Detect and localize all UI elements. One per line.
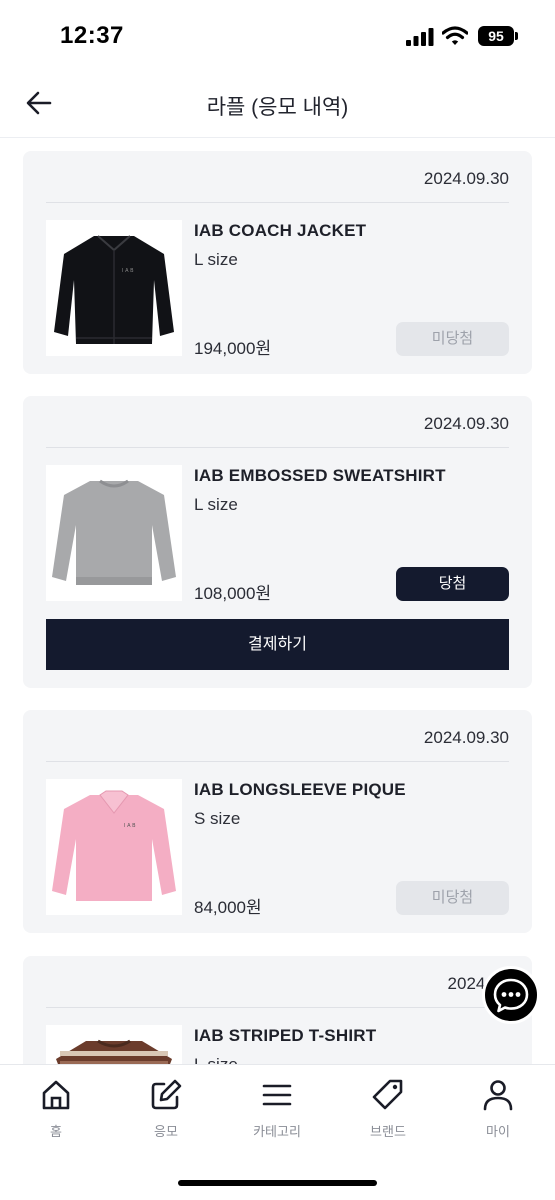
- product-size: L size: [194, 495, 238, 514]
- result-badge-lose: 미당첨: [396, 322, 509, 356]
- product-name[interactable]: IAB STRIPED T-SHIRT: [194, 1026, 376, 1046]
- battery-nub: [515, 32, 518, 40]
- divider: [46, 761, 509, 762]
- divider: [46, 1007, 509, 1008]
- result-badge-win: 당첨: [396, 567, 509, 601]
- app-header: 라플 (응모 내역): [0, 70, 555, 138]
- nav-home[interactable]: 홈: [16, 1077, 96, 1140]
- raffle-entry-list: 2024.09.30 I A B IAB COACH JACKET L size…: [0, 139, 555, 1064]
- product-price: 194,000원: [194, 339, 272, 358]
- nav-label: 마이: [486, 1124, 510, 1139]
- chat-bubble-icon: [493, 978, 529, 1013]
- product-image[interactable]: [46, 1025, 182, 1064]
- product-size: L size: [194, 1055, 238, 1064]
- entry-date: 2024.09.30: [423, 414, 509, 433]
- product-name[interactable]: IAB LONGSLEEVE PIQUE: [194, 780, 406, 800]
- product-image[interactable]: [46, 465, 182, 601]
- edit-icon: [151, 1079, 182, 1110]
- jacket-image: I A B: [54, 235, 174, 344]
- nav-label: 카테고리: [253, 1124, 301, 1139]
- svg-text:I A B: I A B: [122, 268, 134, 274]
- entry-date: 2024.09.30: [423, 728, 509, 747]
- nav-brand[interactable]: 브랜드: [348, 1077, 428, 1140]
- clock: 12:37: [60, 22, 124, 49]
- nav-entry[interactable]: 응모: [126, 1077, 206, 1140]
- product-price: 84,000원: [194, 898, 262, 917]
- page-title: 라플 (응모 내역): [206, 96, 349, 119]
- divider: [46, 202, 509, 203]
- entry-card: 2024.09 IAB STRIPED T-SHIRT L size: [23, 956, 532, 1064]
- pique-image: I A B: [52, 790, 176, 901]
- result-badge-lose: 미당첨: [396, 881, 509, 915]
- product-image[interactable]: I A B: [46, 779, 182, 915]
- product-size: S size: [194, 809, 241, 828]
- home-icon: [42, 1080, 70, 1110]
- entry-card: 2024.09.30 I A B IAB COACH JACKET L size…: [23, 151, 532, 374]
- chat-button[interactable]: [482, 966, 540, 1024]
- product-image[interactable]: I A B: [46, 220, 182, 356]
- battery-indicator: 95: [478, 26, 514, 46]
- nav-label: 응모: [154, 1124, 178, 1139]
- divider: [46, 447, 509, 448]
- nav-label: 브랜드: [370, 1124, 406, 1139]
- entry-card: 2024.09.30 IAB EMBOSSED SWEATSHIRT L siz…: [23, 396, 532, 688]
- svg-text:I A B: I A B: [124, 823, 136, 829]
- product-name[interactable]: IAB COACH JACKET: [194, 221, 366, 241]
- product-name[interactable]: IAB EMBOSSED SWEATSHIRT: [194, 466, 446, 486]
- user-icon: [483, 1080, 513, 1111]
- home-indicator: [178, 1180, 377, 1186]
- menu-icon: [262, 1084, 292, 1106]
- wifi-icon: [442, 26, 468, 45]
- status-bar: 12:37 95: [0, 0, 555, 70]
- product-size: L size: [194, 250, 238, 269]
- entry-card: 2024.09.30 I A B IAB LONGSLEEVE PIQUE S …: [23, 710, 532, 933]
- entry-date: 2024.09.30: [423, 169, 509, 188]
- nav-my[interactable]: 마이: [458, 1077, 538, 1140]
- pay-button[interactable]: 결제하기: [46, 619, 509, 670]
- tag-icon: [372, 1079, 403, 1110]
- sweatshirt-image: [52, 479, 176, 585]
- nav-label: 홈: [50, 1124, 62, 1139]
- nav-category[interactable]: 카테고리: [237, 1077, 317, 1140]
- striped-tshirt-image: [56, 1039, 172, 1064]
- product-price: 108,000원: [194, 584, 272, 603]
- signal-icon: [406, 28, 434, 46]
